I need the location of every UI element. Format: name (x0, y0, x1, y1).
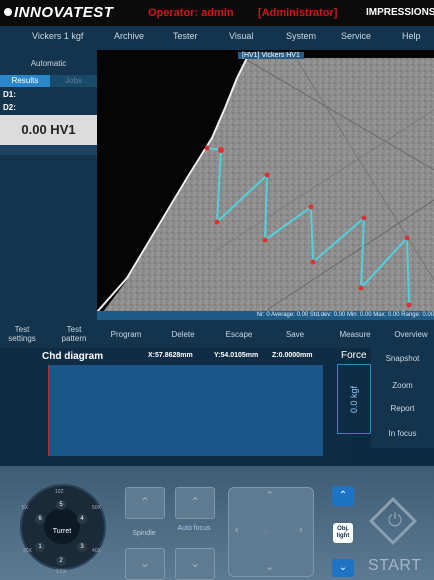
menu-system[interactable]: System (286, 31, 316, 41)
menu-delete[interactable]: Delete (161, 330, 205, 339)
chd-title: Chd diagram (42, 351, 104, 362)
stage-right-icon[interactable]: › (299, 524, 303, 536)
z-down-button[interactable]: ⌄ (332, 559, 354, 577)
z-up-button[interactable]: ⌃ (332, 486, 354, 506)
turret-mag-5x: 5X (22, 505, 29, 511)
turret-center[interactable] (44, 508, 80, 544)
chd-plot-area[interactable] (48, 365, 323, 456)
stage-down-icon[interactable]: ⌄ (265, 560, 274, 573)
turret-mag-2-5x: 2.5X (56, 569, 67, 575)
force-value: 0.0 kgf (349, 385, 359, 413)
y-coordinate: Y:54.0105mm (214, 352, 259, 359)
chd-axis-line (48, 365, 49, 456)
stage-up-icon[interactable]: ⌃ (265, 489, 274, 502)
turret-mag-40x: 40X (92, 548, 101, 554)
turret-position-6[interactable]: 6 (35, 514, 45, 524)
z-coordinate: Z:0.0000mm (272, 352, 313, 359)
brand-label: IMPRESSIONS™ (366, 7, 434, 18)
menu-service[interactable]: Service (341, 31, 371, 41)
turret-position-3[interactable]: 3 (77, 542, 87, 552)
hardness-sub-bar (0, 145, 97, 155)
force-title: Force (341, 350, 367, 361)
x-coordinate: X:57.8628mm (148, 352, 193, 359)
focus-down-button[interactable]: ⌄ (175, 548, 215, 580)
focus-up-button[interactable]: ⌃ (175, 487, 215, 519)
menu-escape[interactable]: Escape (217, 330, 261, 339)
specimen-image[interactable] (97, 50, 434, 320)
turret-position-1[interactable]: 1 (35, 542, 45, 552)
statistics-bar: Nr: 0 Average: 0.00 Std.dev: 0.00 Min: 0… (97, 311, 434, 320)
turret-position-5[interactable]: 5 (56, 500, 66, 510)
turret-mag-50x: 50X (92, 505, 101, 511)
start-label[interactable]: START (368, 557, 421, 575)
mode-label[interactable]: Automatic (0, 59, 97, 68)
menu-overview[interactable]: Overview (388, 330, 434, 339)
menu-test-pattern[interactable]: Test pattern (54, 325, 94, 343)
menu-measure[interactable]: Measure (330, 330, 380, 339)
menu-vickers[interactable]: Vickers 1 kgf (32, 31, 83, 41)
tab-jobs[interactable]: Jobs (50, 75, 97, 87)
autofocus-button[interactable]: Auto focus (175, 524, 213, 544)
spindle-label: Spindle (132, 530, 156, 537)
power-icon: ⏻ (387, 510, 403, 530)
operator-label: Operator: admin (148, 7, 234, 19)
stage-center-icon[interactable]: ◌ (264, 527, 269, 536)
image-title: [HV1] Vickers HV1 (238, 52, 304, 59)
report-button[interactable]: Report (371, 404, 434, 413)
d1-label: D1: (3, 90, 16, 99)
stage-left-icon[interactable]: ‹ (235, 524, 239, 536)
hardness-value: 0.00 HV1 (0, 115, 97, 145)
snapshot-button[interactable]: Snapshot (371, 354, 434, 363)
role-label: [Administrator] (258, 7, 338, 19)
d2-label: D2: (3, 103, 16, 112)
tab-results[interactable]: Results (0, 75, 50, 87)
menu-test-settings[interactable]: Test settings (2, 325, 42, 343)
menu-help[interactable]: Help (402, 31, 421, 41)
camera-viewport[interactable] (97, 50, 434, 320)
spindle-up-button[interactable]: ⌃ (125, 487, 165, 519)
zoom-button[interactable]: Zoom (371, 381, 434, 390)
turret-label: Turret (52, 528, 72, 535)
menu-archive[interactable]: Archive (114, 31, 144, 41)
spindle-down-button[interactable]: ⌄ (125, 548, 165, 580)
menu-visual[interactable]: Visual (229, 31, 253, 41)
menu-tester[interactable]: Tester (173, 31, 198, 41)
app-logo: INNOVATEST (4, 4, 113, 21)
turret-position-4[interactable]: 4 (77, 514, 87, 524)
menu-save[interactable]: Save (273, 330, 317, 339)
objective-light-button[interactable]: Obj. light (333, 523, 353, 543)
menu-program[interactable]: Program (104, 330, 148, 339)
turret-position-2[interactable]: 2 (56, 556, 66, 566)
turret-mag-20x: 20X (23, 548, 32, 554)
logo-dot-icon (4, 8, 12, 16)
in-focus-button[interactable]: In focus (371, 429, 434, 438)
turret-mag-10z: 10Z (55, 489, 64, 495)
logo-text: INNOVATEST (14, 4, 114, 21)
